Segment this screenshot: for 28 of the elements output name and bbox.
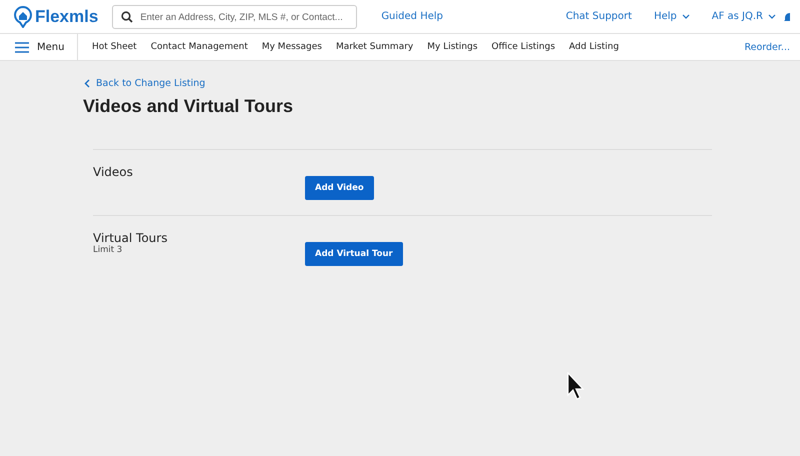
mouse-pointer-icon xyxy=(567,372,585,400)
nav-item[interactable]: My Messages xyxy=(262,42,322,52)
logo-text: Flexmls xyxy=(35,6,98,26)
chevron-down-icon xyxy=(768,14,776,19)
header-link[interactable]: Chat Support xyxy=(566,11,632,22)
nav-item[interactable]: Office Listings xyxy=(492,42,556,52)
section-label: Videos xyxy=(93,165,134,179)
header-link[interactable]: Help xyxy=(654,11,690,22)
nav-item[interactable]: Contact Management xyxy=(150,42,248,52)
menu-button[interactable]: Menu xyxy=(0,34,78,60)
guided-help-link[interactable]: Guided Help xyxy=(381,11,444,22)
back-link[interactable]: Back to Change Listing xyxy=(84,78,800,89)
add-button[interactable]: Add Video xyxy=(305,176,374,200)
add-button[interactable]: Add Virtual Tour xyxy=(305,242,403,266)
header-link[interactable]: AF as JQ.R xyxy=(712,11,776,22)
chevron-down-icon xyxy=(682,14,690,19)
search-field[interactable]: Enter an Address, City, ZIP, MLS #, or Contact... xyxy=(112,5,358,29)
logo-pin-icon xyxy=(13,6,33,28)
nav-item[interactable]: Add Listing xyxy=(569,42,619,52)
nav-item[interactable]: Hot Sheet xyxy=(92,42,137,52)
section-label: Virtual Tours xyxy=(93,231,168,245)
nav-item[interactable]: Market Summary xyxy=(336,42,414,52)
section-note: Limit 3 xyxy=(93,245,124,255)
reorder-link[interactable]: Reorder... xyxy=(744,42,790,52)
nav-item[interactable]: My Listings xyxy=(427,42,478,52)
page-title: Videos and Virtual Tours xyxy=(83,96,294,117)
menu-icon xyxy=(15,42,29,52)
chevron-left-icon xyxy=(84,79,90,88)
